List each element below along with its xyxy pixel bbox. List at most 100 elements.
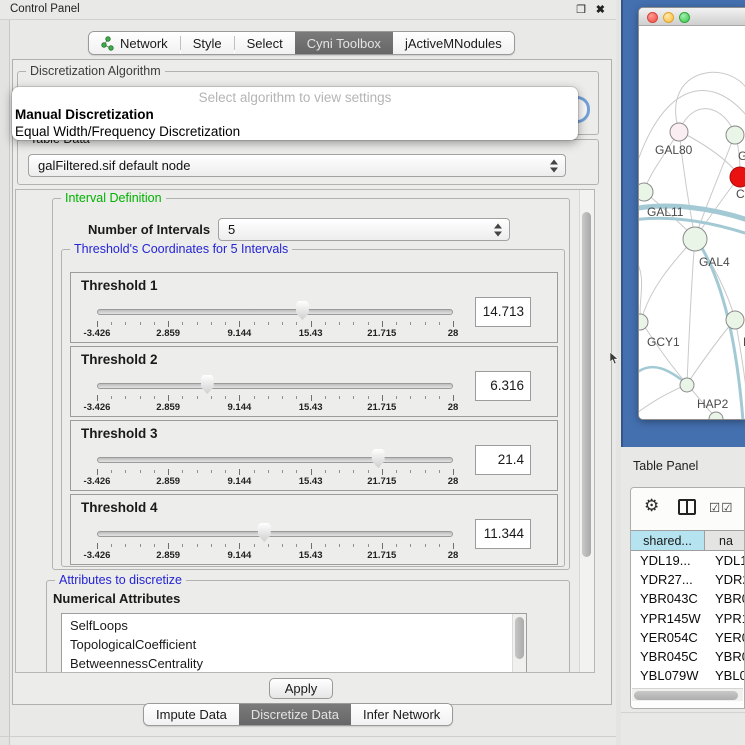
- close-window-button[interactable]: [647, 12, 658, 23]
- cyni-main-panel: Discretization Algorithm Table Data galF…: [12, 59, 612, 705]
- columns-icon[interactable]: [678, 499, 696, 515]
- tab-discretize-data[interactable]: Discretize Data: [239, 704, 351, 725]
- numerical-attributes-list[interactable]: SelfLoopsTopologicalCoefficientBetweenne…: [61, 613, 527, 673]
- table-row[interactable]: YPR145WYPR1: [631, 609, 745, 628]
- network-view-frame: GAL80 GA C GAL11 GAL4 GCY1 H HAP2: [621, 0, 745, 447]
- network-window-titlebar: [639, 8, 745, 26]
- table-row[interactable]: YBR045CYBR0: [631, 647, 745, 666]
- table-row[interactable]: YER054CYER0: [631, 628, 745, 647]
- threshold-1-value-field[interactable]: 14.713: [475, 297, 531, 327]
- select-columns-icon[interactable]: ☑☑: [709, 500, 733, 515]
- column-header-shared-name[interactable]: shared...: [631, 530, 705, 551]
- threshold-4-panel: Threshold 4 -3.4262.8599.14415.4321.7152…: [70, 494, 558, 565]
- table-row[interactable]: YDL19...YDL1: [631, 551, 745, 570]
- scrollbar-thumb[interactable]: [634, 691, 738, 700]
- tab-discretize-data-label: Discretize Data: [251, 707, 339, 722]
- attribute-item[interactable]: SelfLoops: [62, 616, 526, 635]
- table-data-value: galFiltered.sif default node: [38, 158, 190, 173]
- panel-title: Control Panel: [10, 3, 80, 15]
- slider-track: [97, 383, 453, 389]
- tab-select-label: Select: [247, 36, 283, 51]
- tab-network[interactable]: Network: [89, 32, 180, 54]
- table-data-combobox[interactable]: galFiltered.sif default node: [28, 154, 566, 177]
- slider-thumb[interactable]: [199, 375, 215, 394]
- control-panel-titlebar: Control Panel ❐ ✖: [0, 0, 616, 20]
- threshold-4-slider[interactable]: -3.4262.8599.14415.4321.71528: [97, 495, 453, 566]
- algorithm-group-title: Discretization Algorithm: [26, 64, 165, 78]
- table-row[interactable]: YDR27...YDR2: [631, 570, 745, 589]
- slider-ticks: [97, 395, 453, 402]
- node-gal11[interactable]: [639, 183, 653, 201]
- node-hap2[interactable]: [680, 378, 694, 392]
- slider-tick-labels: -3.4262.8599.14415.4321.71528: [97, 476, 453, 488]
- minimize-window-button[interactable]: [663, 12, 674, 23]
- tab-infer-network[interactable]: Infer Network: [351, 704, 452, 725]
- table-header-row: shared... na: [631, 530, 745, 551]
- close-panel-icon[interactable]: ✖: [596, 3, 605, 16]
- threshold-3-value-field[interactable]: 21.4: [475, 445, 531, 475]
- interval-group-title: Interval Definition: [61, 191, 166, 205]
- node-red[interactable]: [730, 167, 745, 187]
- tab-jactivemnodules-label: jActiveMNodules: [405, 36, 502, 51]
- combo-stepper-icon: [494, 223, 502, 236]
- node-label-ga-partial: GA: [738, 149, 745, 163]
- attributes-scrollbar[interactable]: [512, 614, 526, 673]
- settings-scroll-area: Interval Definition Number of Intervals …: [15, 189, 595, 673]
- dropdown-option-manual-discretization[interactable]: Manual Discretization: [12, 106, 578, 123]
- tab-style[interactable]: Style: [181, 32, 234, 54]
- slider-track: [97, 457, 453, 463]
- node-top-right[interactable]: [726, 126, 744, 144]
- column-header-name[interactable]: na: [705, 530, 745, 551]
- tab-impute-data[interactable]: Impute Data: [144, 704, 239, 725]
- attributes-group-title: Attributes to discretize: [55, 573, 186, 587]
- threshold-3-slider[interactable]: -3.4262.8599.14415.4321.71528: [97, 421, 453, 492]
- network-canvas[interactable]: GAL80 GA C GAL11 GAL4 GCY1 H HAP2: [639, 26, 745, 420]
- threshold-2-slider[interactable]: -3.4262.8599.14415.4321.71528: [97, 347, 453, 418]
- dropdown-option-equal-width-frequency[interactable]: Equal Width/Frequency Discretization: [12, 123, 578, 140]
- scrollbar-thumb[interactable]: [515, 617, 524, 659]
- tab-jactivemnodules[interactable]: jActiveMNodules: [393, 32, 514, 54]
- scrollbar-thumb[interactable]: [582, 212, 591, 557]
- table-panel-title: Table Panel: [633, 459, 698, 473]
- thresholds-groupbox: Threshold's Coordinates for 5 Intervals …: [61, 249, 565, 567]
- attribute-item[interactable]: TopologicalCoefficient: [62, 635, 526, 654]
- gear-icon[interactable]: ⚙: [644, 496, 659, 516]
- threshold-1-panel: Threshold 1 -3.4262.8599.14415.4321.7152…: [70, 272, 558, 343]
- float-panel-icon[interactable]: ❐: [576, 3, 586, 16]
- table-row[interactable]: YBR043CYBR0: [631, 589, 745, 608]
- apply-button[interactable]: Apply: [269, 678, 333, 699]
- threshold-2-value-field[interactable]: 6.316: [475, 371, 531, 401]
- tab-style-label: Style: [193, 36, 222, 51]
- slider-tick-labels: -3.4262.8599.14415.4321.71528: [97, 328, 453, 340]
- slider-thumb[interactable]: [294, 301, 310, 320]
- tab-cyni-toolbox[interactable]: Cyni Toolbox: [295, 32, 393, 54]
- table-row[interactable]: YBL079WYBL0: [631, 666, 745, 685]
- number-of-intervals-combobox[interactable]: 5: [218, 218, 510, 241]
- node-gcy1[interactable]: [639, 314, 648, 330]
- node-gal80[interactable]: [670, 123, 688, 141]
- tab-select[interactable]: Select: [235, 32, 295, 54]
- zoom-window-button[interactable]: [679, 12, 690, 23]
- node-table-body: YDL19...YDL1YDR27...YDR2YBR043CYBR0YPR14…: [631, 551, 745, 690]
- threshold-1-slider[interactable]: -3.4262.8599.14415.4321.71528: [97, 273, 453, 344]
- node-gal4[interactable]: [683, 227, 707, 251]
- tab-infer-network-label: Infer Network: [363, 707, 440, 722]
- thresholds-group-title: Threshold's Coordinates for 5 Intervals: [70, 242, 292, 256]
- settings-scrollbar[interactable]: [579, 190, 594, 672]
- node-right-h[interactable]: [726, 311, 744, 329]
- slider-track: [97, 531, 453, 537]
- slider-tick-labels: -3.4262.8599.14415.4321.71528: [97, 402, 453, 414]
- table-data-groupbox: Table Data galFiltered.sif default node: [17, 139, 599, 185]
- node-label-gcy1: GCY1: [647, 335, 680, 349]
- table-panel-body: ⚙ ☑☑ shared... na YDL19...YDL1YDR27...YD…: [630, 487, 745, 709]
- table-horizontal-scrollbar[interactable]: [632, 688, 743, 701]
- threshold-4-value-field[interactable]: 11.344: [475, 519, 531, 549]
- number-of-intervals-label: Number of Intervals: [88, 222, 210, 237]
- attributes-groupbox: Attributes to discretize Numerical Attri…: [46, 580, 570, 673]
- divider: [0, 736, 616, 737]
- slider-track: [97, 309, 453, 315]
- attribute-item[interactable]: BetweennessCentrality: [62, 654, 526, 673]
- slider-thumb[interactable]: [256, 523, 272, 542]
- slider-ticks: [97, 321, 453, 328]
- slider-thumb[interactable]: [370, 449, 386, 468]
